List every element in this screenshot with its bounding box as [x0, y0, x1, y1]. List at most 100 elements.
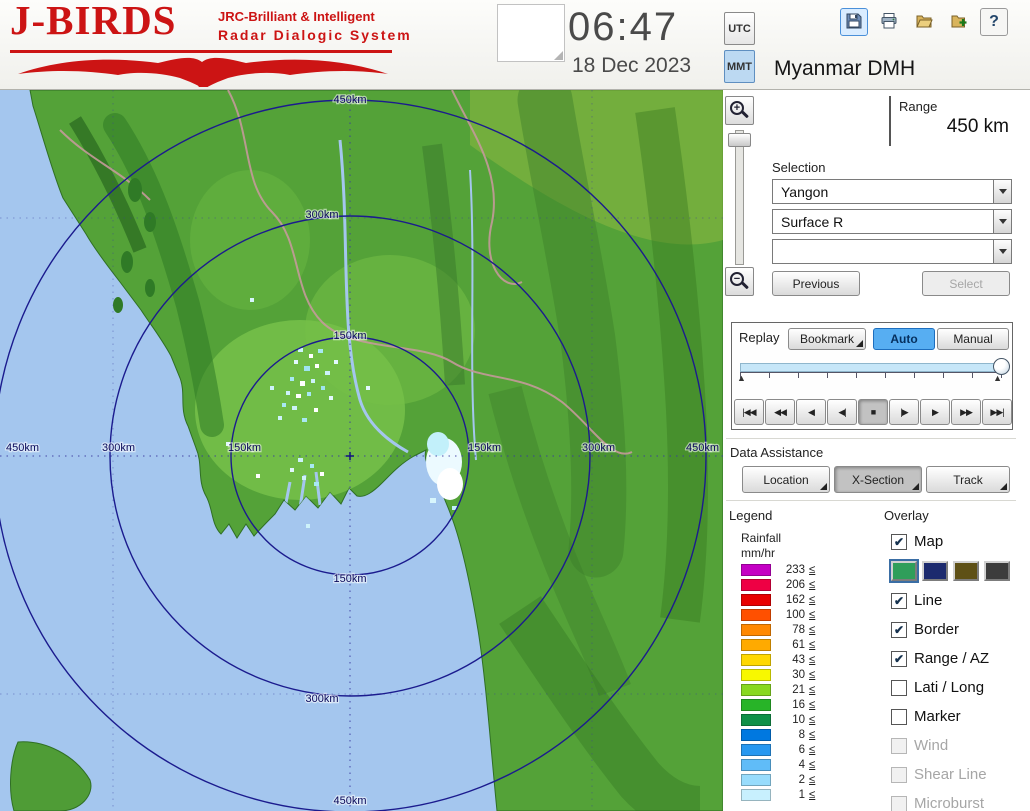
overlay-item-lati-long[interactable]: Lati / Long — [891, 673, 1026, 702]
legend-row: 30 ≤ — [741, 667, 815, 682]
help-button[interactable]: ? — [980, 8, 1008, 36]
legend-row: 43 ≤ — [741, 652, 815, 667]
save-button[interactable] — [840, 8, 868, 36]
location-button[interactable]: Location — [742, 466, 830, 493]
map-color-palette[interactable] — [889, 556, 1026, 586]
legend-row: 6 ≤ — [741, 742, 815, 757]
overlay-item-map[interactable]: ✔ Map — [891, 527, 1026, 556]
line-checkbox[interactable]: ✔ — [891, 592, 907, 609]
legend-row: 2 ≤ — [741, 772, 815, 787]
app-logo-tagline-1: JRC-Brilliant & Intelligent — [218, 9, 375, 24]
stop-button[interactable]: ■ — [858, 399, 888, 425]
legend-row: 4 ≤ — [741, 757, 815, 772]
extra-dropdown[interactable] — [772, 239, 1012, 264]
x-section-button[interactable]: X-Section — [834, 466, 922, 493]
zoom-slider-track[interactable] — [735, 130, 744, 265]
product-dropdown-value: Surface R — [781, 213, 844, 230]
zoom-in-button[interactable]: + — [725, 96, 754, 125]
product-dropdown[interactable]: Surface R — [772, 209, 1012, 234]
legend-value: 43 — [792, 653, 805, 666]
legend-value: 6 — [798, 743, 805, 756]
timeline-thumb[interactable] — [993, 358, 1010, 375]
palette-swatch-gray[interactable] — [984, 561, 1010, 581]
legend-value: 21 — [792, 683, 805, 696]
legend-value: 206 — [785, 578, 805, 591]
legend-lte-sign: ≤ — [809, 698, 816, 711]
radar-map-view[interactable]: 450km 300km 150km 450km 300km 150km 150k… — [0, 90, 723, 811]
overlay-item-line[interactable]: ✔ Line — [891, 586, 1026, 615]
ring-label-150-right: 150km — [468, 442, 501, 454]
utc-toggle-button[interactable]: UTC — [724, 12, 755, 45]
dropdown-button[interactable] — [993, 240, 1011, 263]
fast-rewind-button[interactable]: ◀◀ — [765, 399, 795, 425]
dropdown-button[interactable] — [993, 210, 1011, 233]
auto-mode-button[interactable]: Auto — [873, 328, 935, 350]
step-back-button[interactable]: ◀| — [827, 399, 857, 425]
overlay-item-shear-line: Shear Line — [891, 760, 1026, 789]
select-button[interactable]: Select — [922, 271, 1010, 296]
legend-swatch — [741, 563, 771, 576]
fast-forward-button[interactable]: ▶▶ — [951, 399, 981, 425]
microburst-checkbox — [891, 795, 907, 811]
border-checkbox[interactable]: ✔ — [891, 621, 907, 638]
marker-checkbox[interactable] — [891, 708, 907, 725]
manual-mode-button[interactable]: Manual — [937, 328, 1009, 350]
ring-label-300-right: 300km — [582, 442, 615, 454]
play-button[interactable]: ▶ — [920, 399, 950, 425]
folder-icon — [915, 12, 933, 33]
timeline-track[interactable] — [740, 363, 1004, 372]
legend-lte-sign: ≤ — [809, 638, 816, 651]
legend-lte-sign: ≤ — [809, 623, 816, 636]
print-button[interactable] — [875, 8, 903, 36]
legend-row: 162 ≤ — [741, 592, 815, 607]
jbirds-application: J-BIRDS JRC-Brilliant & Intelligent Rada… — [0, 0, 1030, 811]
rainfall-legend: 233 ≤ 206 ≤ 162 ≤ 100 ≤ 78 ≤ 61 ≤ 43 ≤ 30 ≤ 21 ≤ … — [741, 562, 815, 802]
legend-row: 233 ≤ — [741, 562, 815, 577]
legend-swatch — [741, 773, 771, 786]
selection-label: Selection — [772, 160, 826, 175]
bookmark-button[interactable]: Bookmark — [788, 328, 866, 350]
preview-thumbnail[interactable] — [497, 4, 565, 62]
overlay-item-range-az[interactable]: ✔ Range / AZ — [891, 644, 1026, 673]
palette-swatch-olive[interactable] — [953, 561, 979, 581]
clock-date: 18 Dec 2023 — [572, 54, 692, 77]
folder-plus-icon — [950, 12, 968, 33]
mmt-toggle-button[interactable]: MMT — [724, 50, 755, 83]
range-az-checkbox[interactable]: ✔ — [891, 650, 907, 667]
skip-to-start-button[interactable]: |◀◀ — [734, 399, 764, 425]
overlay-item-border[interactable]: ✔ Border — [891, 615, 1026, 644]
play-reverse-button[interactable]: ◀ — [796, 399, 826, 425]
site-dropdown[interactable]: Yangon — [772, 179, 1012, 204]
lati-long-checkbox[interactable] — [891, 679, 907, 696]
skip-to-end-button[interactable]: ▶▶| — [982, 399, 1012, 425]
header-bar: J-BIRDS JRC-Brilliant & Intelligent Rada… — [0, 0, 1030, 94]
shear-line-checkbox — [891, 766, 907, 783]
zoom-slider-thumb[interactable] — [728, 133, 751, 147]
track-button[interactable]: Track — [926, 466, 1010, 493]
site-dropdown-value: Yangon — [781, 183, 829, 200]
open-file-button[interactable] — [910, 8, 938, 36]
printer-icon — [880, 12, 898, 33]
legend-value: 61 — [792, 638, 805, 651]
overlay-item-marker[interactable]: Marker — [891, 702, 1026, 731]
map-checkbox[interactable]: ✔ — [891, 533, 907, 550]
zoom-slider[interactable] — [727, 130, 752, 265]
app-logo-title: J-BIRDS — [10, 0, 177, 43]
palette-swatch-green[interactable] — [889, 559, 919, 583]
legend-value: 10 — [792, 713, 805, 726]
zoom-out-button[interactable]: − — [725, 267, 754, 296]
timeline-start-marker[interactable]: ▲ — [737, 374, 746, 383]
dropdown-button[interactable] — [993, 180, 1011, 203]
legend-swatch — [741, 713, 771, 726]
legend-row: 206 ≤ — [741, 577, 815, 592]
legend-swatch — [741, 758, 771, 771]
overlay-label: Border — [914, 621, 960, 638]
previous-button[interactable]: Previous — [772, 271, 860, 296]
import-data-button[interactable] — [945, 8, 973, 36]
palette-swatch-navy[interactable] — [922, 561, 948, 581]
step-forward-button[interactable]: |▶ — [889, 399, 919, 425]
legend-row: 8 ≤ — [741, 727, 815, 742]
legend-lte-sign: ≤ — [809, 578, 816, 591]
replay-timeline[interactable]: ▲ ▲ — [737, 358, 1010, 385]
timeline-end-marker[interactable]: ▲ — [993, 374, 1002, 383]
